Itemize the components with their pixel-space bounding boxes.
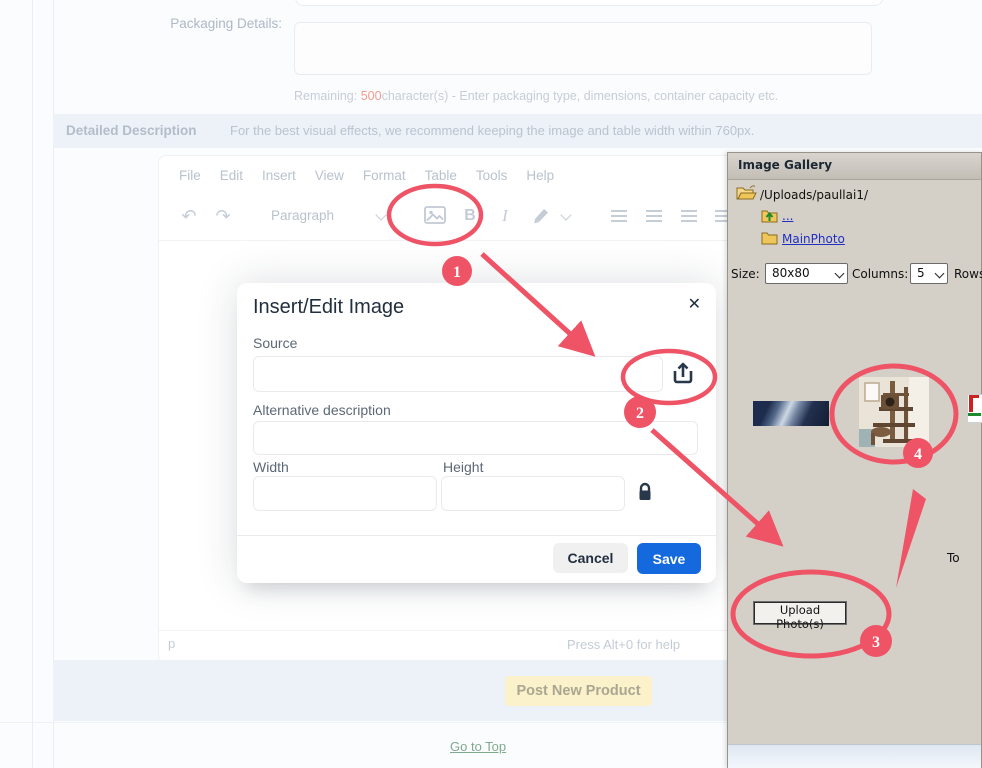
upload-box-icon [668, 358, 698, 388]
menu-edit[interactable]: Edit [220, 168, 243, 183]
bold-button[interactable]: B [459, 196, 481, 236]
editor-menubar: File Edit Insert View Format Table Tools… [179, 168, 554, 183]
insert-edit-image-dialog: Insert/Edit Image ✕ Source Alternative d… [237, 283, 716, 583]
size-select[interactable]: 80x80 [765, 263, 848, 284]
align-right-icon[interactable] [681, 210, 697, 222]
source-label: Source [253, 335, 297, 351]
chevron-down-icon [935, 269, 945, 279]
browse-files-button[interactable] [666, 357, 700, 391]
parent-folder-link[interactable]: ... [782, 209, 793, 223]
cancel-button[interactable]: Cancel [553, 543, 628, 573]
gallery-titlebar[interactable]: Image Gallery [728, 153, 981, 180]
open-folder-icon [736, 185, 757, 204]
menu-tools[interactable]: Tools [476, 168, 508, 183]
folder-up-icon [761, 209, 778, 226]
columns-label: Columns: [852, 267, 908, 281]
height-input[interactable] [441, 476, 625, 511]
columns-select[interactable]: 5 [910, 263, 948, 284]
height-label: Height [443, 459, 483, 475]
post-new-product-button[interactable]: Post New Product [505, 676, 652, 706]
width-input[interactable] [253, 476, 437, 511]
paragraph-format-select[interactable]: Paragraph [271, 196, 334, 236]
highlight-pen-icon[interactable] [529, 204, 553, 233]
italic-button[interactable]: I [497, 196, 513, 236]
image-gallery-window: Image Gallery /Uploads/paullai1/ ... Mai… [727, 152, 982, 768]
menu-format[interactable]: Format [363, 168, 406, 183]
folder-icon [761, 231, 778, 248]
chevron-down-icon[interactable] [560, 209, 571, 220]
alt-description-input[interactable] [253, 421, 698, 455]
alt-description-label: Alternative description [253, 402, 391, 418]
hint-prefix: Remaining: [294, 89, 361, 103]
redo-icon[interactable]: ↷ [211, 196, 235, 236]
chevron-down-icon [835, 269, 845, 279]
chevron-down-icon[interactable] [375, 209, 386, 220]
upload-photos-button[interactable]: Upload Photo(s) [753, 601, 847, 625]
total-label: To [947, 551, 960, 565]
menu-view[interactable]: View [315, 168, 344, 183]
detailed-description-row: Detailed Description For the best visual… [53, 114, 982, 148]
go-to-top-link[interactable]: Go to Top [450, 739, 506, 754]
page: Packaging Details: Remaining: 500charact… [0, 0, 982, 768]
packaging-details-label: Packaging Details: [100, 16, 282, 31]
mainphoto-folder-link[interactable]: MainPhoto [782, 232, 845, 246]
constrain-proportions-lock-icon[interactable] [633, 479, 657, 507]
width-label: Width [253, 459, 289, 475]
rows-label: Rows [954, 267, 982, 281]
thumbnail-chess-photo[interactable] [753, 401, 829, 426]
align-center-icon[interactable] [646, 210, 662, 222]
menu-file[interactable]: File [179, 168, 201, 183]
source-input[interactable] [253, 356, 663, 392]
gallery-bottom-scrollbar[interactable] [728, 744, 981, 768]
align-left-icon[interactable] [611, 210, 627, 222]
previous-form-field[interactable] [295, 0, 883, 6]
size-select-value: 80x80 [772, 266, 810, 280]
thumbnail-clipped-file[interactable] [967, 394, 982, 423]
dialog-title: Insert/Edit Image [253, 296, 404, 319]
gallery-title: Image Gallery [738, 158, 832, 172]
menu-help[interactable]: Help [526, 168, 554, 183]
thumbnail-cat-tree-photo[interactable] [859, 377, 929, 450]
detailed-description-label: Detailed Description [66, 114, 197, 148]
columns-select-value: 5 [917, 266, 925, 280]
gallery-current-path: /Uploads/paullai1/ [760, 188, 868, 202]
dialog-footer-divider [237, 535, 716, 536]
save-button[interactable]: Save [637, 543, 701, 574]
packaging-details-textarea[interactable] [294, 22, 872, 75]
undo-icon[interactable]: ↶ [177, 196, 201, 236]
menu-table[interactable]: Table [425, 168, 457, 183]
close-icon[interactable]: ✕ [688, 294, 701, 314]
hint-suffix: character(s) - Enter packaging type, dim… [382, 89, 779, 103]
left-divider-1 [32, 0, 33, 768]
menu-insert[interactable]: Insert [262, 168, 296, 183]
insert-image-icon[interactable] [422, 202, 448, 233]
packaging-hint: Remaining: 500character(s) - Enter packa… [294, 89, 778, 103]
detailed-description-hint: For the best visual effects, we recommen… [230, 114, 754, 148]
element-path: p [168, 636, 175, 651]
remaining-count: 500 [361, 89, 382, 103]
size-label: Size: [731, 267, 760, 281]
editor-help-hint: Press Alt+0 for help [567, 637, 680, 652]
